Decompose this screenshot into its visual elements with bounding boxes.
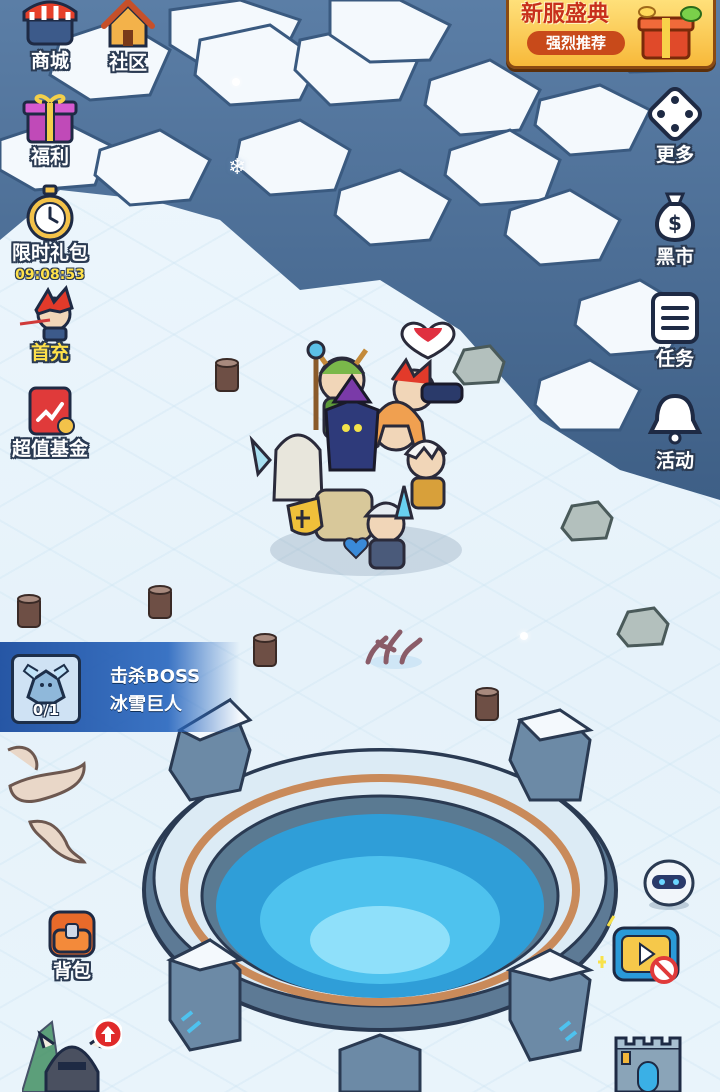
bone-pile: [7, 746, 87, 864]
benefits-button[interactable]: 福利: [2, 88, 98, 169]
video-reward-button[interactable]: [596, 912, 692, 992]
tasks-button[interactable]: 任务: [638, 288, 712, 371]
benefits-label: 福利: [30, 146, 69, 168]
house-icon: [101, 0, 155, 48]
backpack-button[interactable]: 背包: [24, 902, 120, 983]
black-market-button[interactable]: $ 黑市: [638, 186, 712, 269]
rock: [616, 606, 670, 648]
dice-icon: [648, 87, 702, 141]
quest-title: 击杀BOSS: [110, 666, 201, 687]
community-label: 社区: [108, 52, 147, 74]
treasure-gift-icon: [637, 6, 702, 60]
shop-icon: [22, 0, 78, 46]
svg-text:$: $: [668, 211, 682, 235]
events-label: 活动: [655, 450, 694, 472]
boss-portrait: 0/1: [11, 654, 81, 724]
limited-pack-label: 限时礼包: [11, 242, 88, 264]
tree-stump: [148, 585, 172, 619]
banner-subtitle: 强烈推荐: [527, 31, 625, 55]
frozen-coral: [365, 629, 423, 669]
black-market-label: 黑市: [655, 246, 694, 268]
events-button[interactable]: 活动: [638, 390, 712, 473]
value-fund-label: 超值基金: [11, 438, 88, 460]
hero-avatar[interactable]: [22, 1012, 122, 1092]
fund-chart-icon: [28, 386, 75, 436]
new-server-banner[interactable]: 新服盛典 强烈推荐: [506, 0, 716, 69]
yeti-pet[interactable]: [640, 855, 698, 911]
quest-target: 冰雪巨人: [110, 694, 182, 715]
first-recharge-button[interactable]: 首充: [2, 284, 98, 365]
rock: [560, 500, 614, 542]
community-button[interactable]: 社区: [80, 0, 176, 75]
snow-sparkle: [232, 78, 240, 86]
tree-stump: [17, 594, 41, 628]
more-label: 更多: [655, 144, 694, 166]
limited-pack-button[interactable]: 限时礼包 09:08:53: [2, 184, 98, 283]
snowflake-icon: ❄: [228, 155, 247, 180]
frozen-well[interactable]: [140, 690, 620, 1092]
bell-icon: [647, 393, 703, 445]
limited-pack-timer: 09:08:53: [15, 267, 85, 283]
backpack-icon: [48, 910, 96, 958]
task-list-icon: [651, 292, 699, 344]
quest-progress: 0/1: [32, 701, 60, 719]
stopwatch-icon: [26, 184, 74, 242]
castle-button[interactable]: [608, 1030, 688, 1092]
backpack-label: 背包: [52, 960, 91, 982]
hero-party[interactable]: [246, 310, 482, 580]
gift-box-icon: [22, 94, 78, 144]
banner-title: 新服盛典: [521, 2, 610, 27]
tree-stump: [253, 633, 277, 667]
more-button[interactable]: 更多: [638, 84, 712, 167]
hero-portrait-icon: [19, 284, 74, 342]
snow-sparkle: [520, 632, 528, 640]
value-fund-button[interactable]: 超值基金: [2, 380, 98, 461]
quest-tracker[interactable]: 0/1 击杀BOSS 冰雪巨人: [0, 642, 240, 732]
money-bag-icon: $: [655, 192, 695, 243]
first-recharge-label: 首充: [30, 342, 69, 364]
tree-stump: [215, 358, 239, 392]
tasks-label: 任务: [655, 348, 694, 370]
